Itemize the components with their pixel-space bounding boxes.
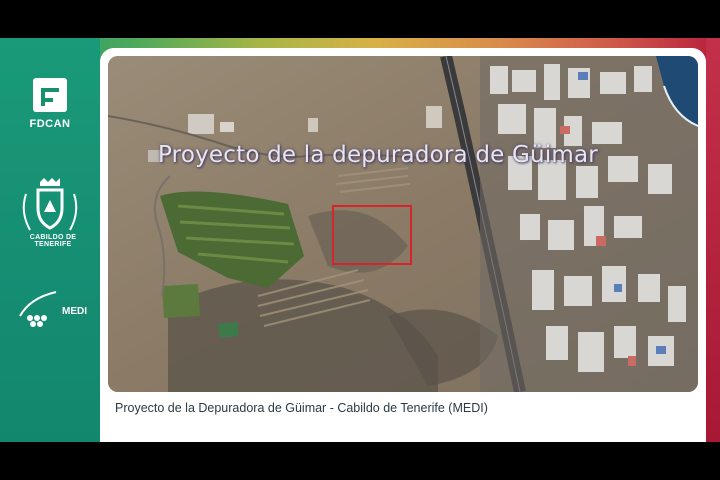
letterbox-top: [0, 0, 720, 38]
slide-caption: Proyecto de la Depuradora de Güimar - Ca…: [115, 401, 488, 415]
video-frame: FDCAN CABILDO DE TENERIFE MEDI Proyecto …: [0, 38, 720, 442]
accent-band: [706, 38, 720, 442]
plant-site-marker: [332, 205, 412, 265]
fdcan-logo: FDCAN: [0, 78, 100, 130]
map-overlay-title: Proyecto de la depuradora de Güimar: [158, 142, 598, 168]
medi-label: MEDI: [62, 306, 87, 317]
letterbox-bottom: [0, 442, 720, 480]
fdcan-label: FDCAN: [29, 118, 71, 130]
aerial-map-image: Proyecto de la depuradora de Güimar: [108, 56, 698, 392]
cabildo-label: CABILDO DE TENERIFE: [29, 234, 77, 248]
slide-card: Proyecto de la depuradora de Güimar Proy…: [100, 48, 706, 442]
fdcan-mark-icon: [33, 78, 67, 112]
